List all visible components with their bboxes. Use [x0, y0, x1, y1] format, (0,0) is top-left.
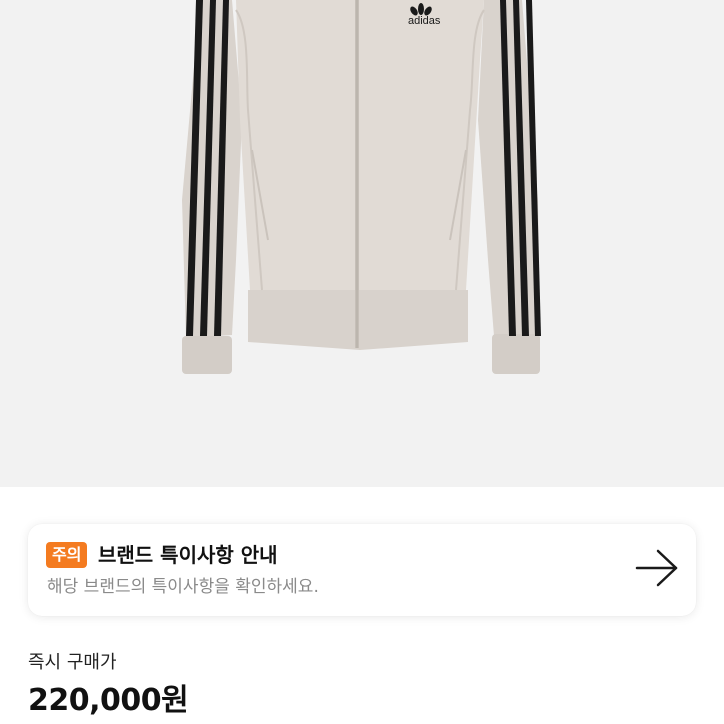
instant-buy-price-label: 즉시 구매가 [28, 652, 117, 673]
notice-subtitle: 해당 브랜드의 특이사항을 확인하세요. [47, 577, 319, 597]
instant-buy-price-value: 220,000원 [28, 683, 189, 718]
product-image[interactable]: adidas [0, 0, 724, 487]
brand-logo-text: adidas [408, 15, 441, 27]
notice-title: 브랜드 특이사항 안내 [98, 543, 278, 567]
arrow-right-icon[interactable] [634, 548, 680, 588]
brand-notice-card[interactable]: 주의 브랜드 특이사항 안내 해당 브랜드의 특이사항을 확인하세요. [28, 524, 696, 616]
jacket-illustration [182, 0, 541, 374]
notice-badge: 주의 [46, 542, 88, 568]
